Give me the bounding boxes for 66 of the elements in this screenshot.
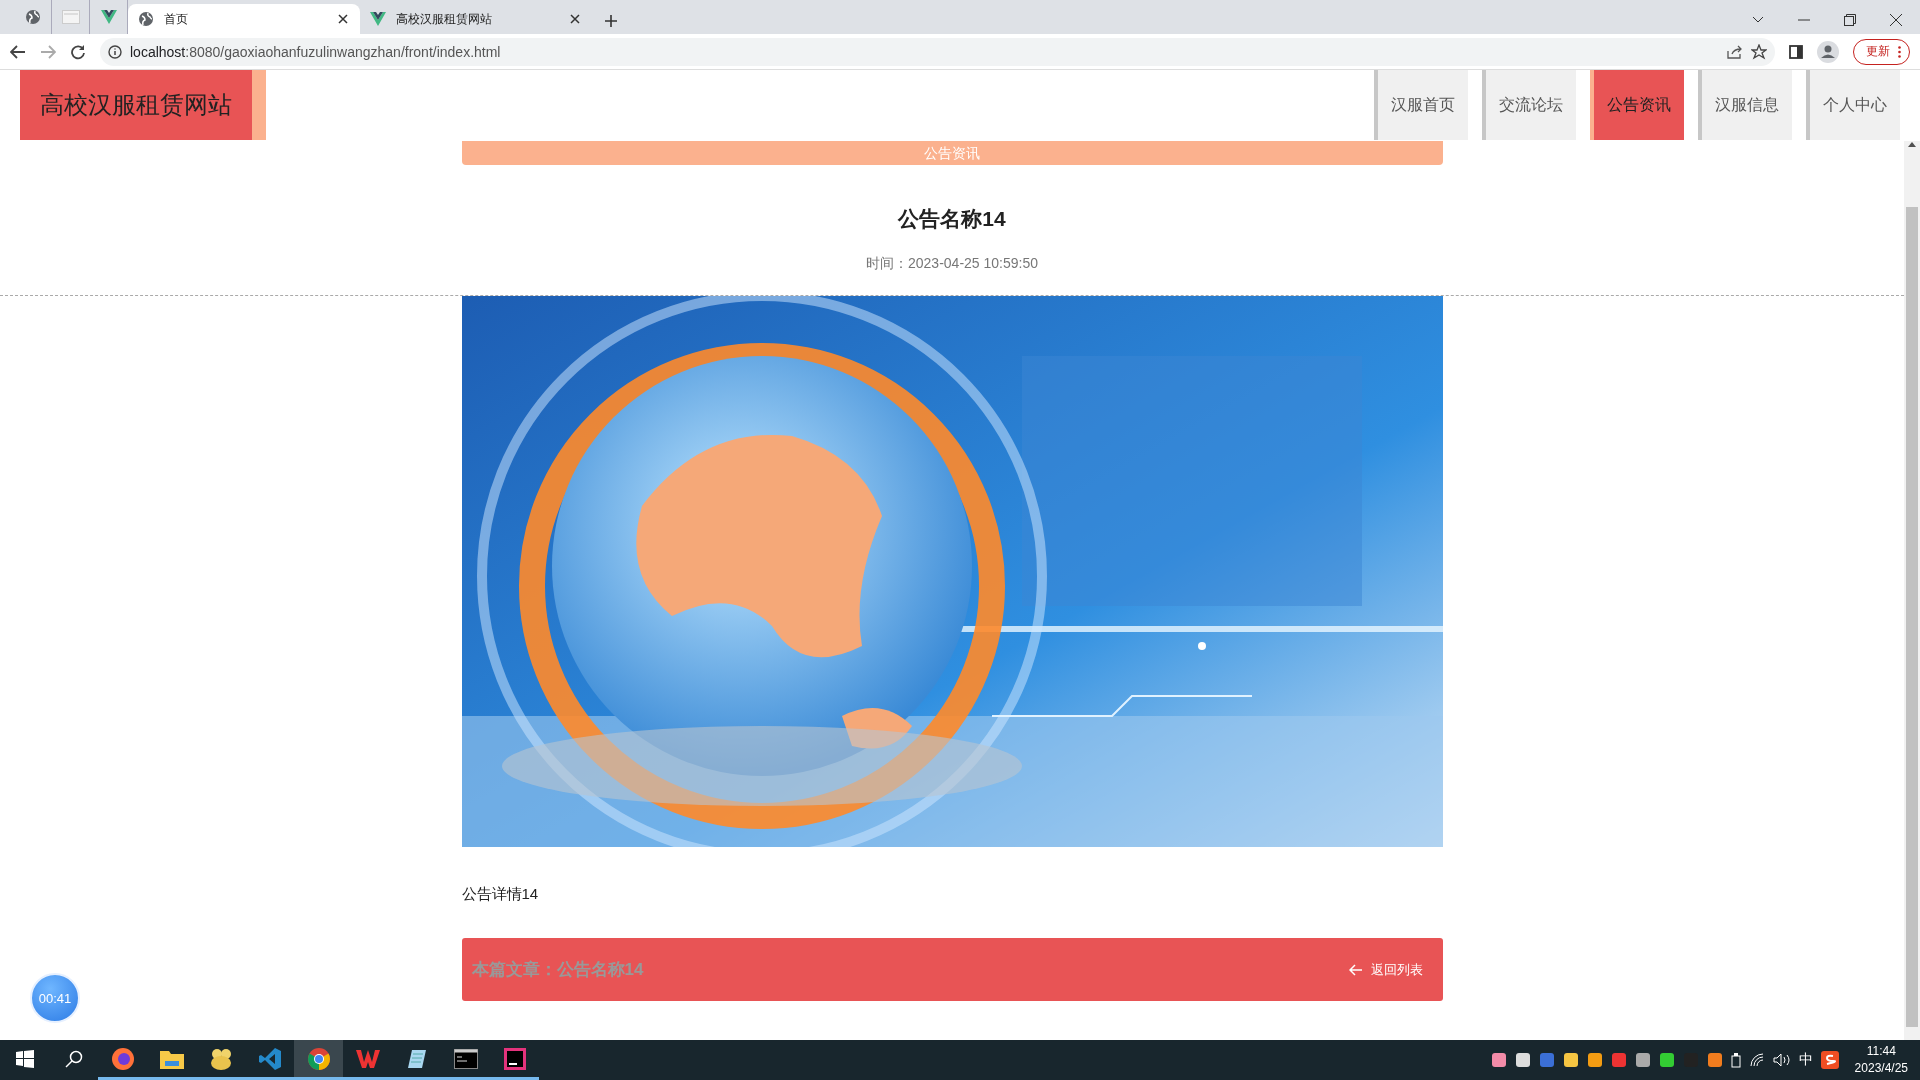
volume-icon[interactable] <box>1772 1053 1791 1067</box>
search-icon[interactable] <box>64 1049 83 1068</box>
tray-icon[interactable] <box>1634 1052 1651 1068</box>
restore-icon[interactable] <box>1844 14 1856 26</box>
nav-tab[interactable]: 汉服信息 <box>1698 70 1792 140</box>
nav-tab[interactable]: 个人中心 <box>1806 70 1900 140</box>
usb-icon[interactable] <box>1730 1052 1741 1068</box>
back-to-list-link[interactable]: 返回列表 <box>1348 960 1423 979</box>
input-method-icon[interactable] <box>1820 1051 1839 1069</box>
side-panel-icon[interactable] <box>1789 44 1803 59</box>
clock-time[interactable]: 11:44 <box>1866 1043 1896 1060</box>
code-editor-icon[interactable] <box>257 1046 282 1071</box>
tray-icon[interactable] <box>1490 1052 1507 1068</box>
windows-icon[interactable] <box>15 1049 34 1068</box>
timer-badge: 00:41 <box>30 973 80 1023</box>
globe-icon <box>138 11 154 27</box>
ide-icon[interactable] <box>503 1047 526 1070</box>
vue-logo-icon <box>100 10 117 24</box>
article-time: 时间：2023-04-25 10:59:50 <box>866 255 1038 273</box>
browser-tab[interactable]: 首页 <box>128 4 360 34</box>
reload-icon[interactable] <box>70 43 86 60</box>
tray-icon[interactable] <box>1706 1052 1723 1068</box>
terminal-icon[interactable] <box>453 1048 478 1069</box>
back-arrow-icon[interactable] <box>10 44 26 59</box>
office-icon[interactable] <box>355 1047 380 1070</box>
address-field[interactable]: localhost:8080/gaoxiaohanfuzulinwangzhan/front/index.html <box>100 37 1775 66</box>
close-icon[interactable] <box>568 12 582 26</box>
tray-icon[interactable] <box>1514 1052 1531 1068</box>
clock-date[interactable]: 2023/4/25 <box>1854 1060 1908 1077</box>
new-tab-icon[interactable] <box>604 14 618 28</box>
article-title: 公告名称14 <box>898 206 1006 232</box>
url-text: localhost:8080/gaoxiaohanfuzulinwangzhan/front/index.html <box>130 43 501 60</box>
page-icon <box>61 10 80 24</box>
close-icon[interactable] <box>1890 14 1902 26</box>
vue-logo-icon <box>370 12 386 26</box>
nav-tab[interactable]: 汉服首页 <box>1374 70 1468 140</box>
browser-tab[interactable]: 高校汉服租赁网站 <box>360 4 592 34</box>
current-article-text: 本篇文章：公告名称14 <box>471 959 644 981</box>
profile-icon[interactable] <box>1817 40 1839 63</box>
share-icon[interactable] <box>1727 44 1743 59</box>
notepad-icon[interactable] <box>405 1047 428 1070</box>
close-icon[interactable] <box>336 12 350 26</box>
article-body: 公告详情14 <box>461 885 540 904</box>
tray-icon[interactable] <box>1658 1052 1675 1068</box>
browser-icon[interactable] <box>110 1046 135 1071</box>
scrollbar-thumb[interactable] <box>1906 207 1918 1027</box>
scroll-up-icon[interactable] <box>1908 141 1916 147</box>
tray-icon[interactable] <box>1586 1052 1603 1068</box>
left-arrow-icon <box>1348 963 1363 976</box>
nav-tab[interactable]: 交流论坛 <box>1482 70 1576 140</box>
blob-icon[interactable] <box>208 1047 233 1070</box>
nav-tab[interactable]: 公告资讯 <box>1590 70 1684 140</box>
info-icon[interactable] <box>108 44 122 59</box>
chevron-down-icon[interactable] <box>1752 16 1764 24</box>
input-method-indicator[interactable]: 中 <box>1798 1051 1813 1069</box>
globe-icon <box>24 9 41 25</box>
site-logo[interactable]: 高校汉服租赁网站 <box>20 70 266 140</box>
more-icon <box>1898 45 1901 58</box>
chrome-icon[interactable] <box>306 1046 331 1071</box>
section-banner: 公告资讯 <box>461 141 1443 165</box>
folder-icon[interactable] <box>159 1048 184 1069</box>
star-icon[interactable] <box>1751 43 1767 60</box>
tray-icon[interactable] <box>1562 1052 1579 1068</box>
update-button[interactable]: 更新 <box>1853 38 1910 65</box>
wifi-icon[interactable] <box>1748 1053 1765 1067</box>
taskbar-button[interactable] <box>294 1040 343 1080</box>
